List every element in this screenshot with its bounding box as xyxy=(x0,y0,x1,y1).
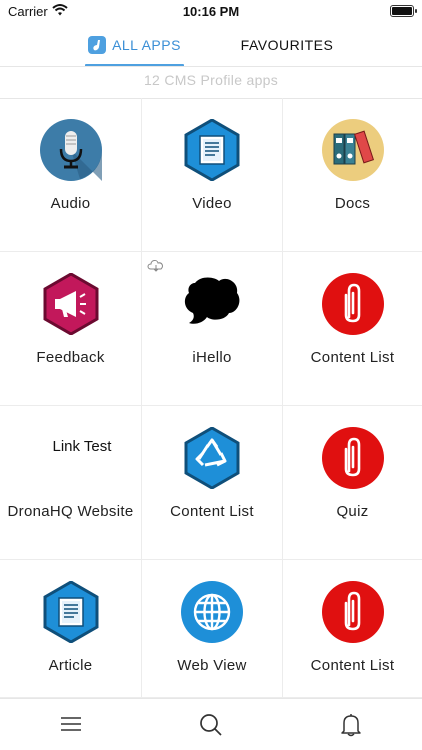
app-tile-article[interactable]: Article xyxy=(0,560,142,698)
recycle-icon xyxy=(184,427,240,489)
paperclip-icon xyxy=(321,427,384,489)
megaphone-icon xyxy=(43,273,98,335)
clock: 10:16 PM xyxy=(182,4,240,19)
tab-favourites-label: FAVOURITES xyxy=(240,37,334,53)
app-tile-quiz[interactable]: Quiz xyxy=(283,406,422,560)
link-test-icon: Link Test xyxy=(52,438,112,455)
app-label: Quiz xyxy=(336,503,369,520)
document-hexagon-icon xyxy=(184,119,240,181)
status-bar: Carrier 10:16 PM xyxy=(0,0,422,24)
app-label: Audio xyxy=(50,195,91,212)
app-tile-web-view[interactable]: Web View xyxy=(142,560,283,698)
speech-bubble-icon xyxy=(184,277,240,324)
cloud-download-icon[interactable] xyxy=(146,258,166,272)
app-label: Content List xyxy=(170,503,254,520)
app-tile-docs[interactable]: Docs xyxy=(283,98,422,252)
app-label: Feedback xyxy=(36,349,105,366)
app-tile-audio[interactable]: Audio xyxy=(0,98,142,252)
paperclip-icon xyxy=(321,581,384,643)
app-label: Content List xyxy=(310,657,395,674)
app-label: Video xyxy=(192,195,232,212)
app-tile-feedback[interactable]: Feedback xyxy=(0,252,142,406)
paperclip-icon xyxy=(321,273,384,335)
bell-icon[interactable] xyxy=(340,713,362,737)
app-label: Docs xyxy=(334,195,371,212)
app-grid: Audio Video Docs Feedback iHello Content… xyxy=(0,98,422,698)
tab-all-apps-label: ALL APPS xyxy=(112,37,181,53)
microphone-icon xyxy=(39,119,102,181)
menu-icon[interactable] xyxy=(60,713,82,735)
tab-favourites[interactable]: FAVOURITES xyxy=(228,24,346,66)
app-tile-content-list-recycle[interactable]: Content List xyxy=(142,406,283,560)
tab-bar: ALL APPS FAVOURITES xyxy=(0,24,422,67)
app-label: Article xyxy=(48,657,93,674)
app-label: Web View xyxy=(177,657,247,674)
battery-icon xyxy=(390,5,417,17)
bottom-nav xyxy=(0,698,422,750)
app-tile-ihello[interactable]: iHello xyxy=(142,252,283,406)
app-label: iHello xyxy=(192,349,232,366)
globe-icon xyxy=(181,581,243,643)
app-tile-content-list[interactable]: Content List xyxy=(283,252,422,406)
document-hexagon-icon xyxy=(43,581,98,643)
app-tile-content-list[interactable]: Content List xyxy=(283,560,422,698)
search-icon[interactable] xyxy=(199,713,223,737)
app-tile-video[interactable]: Video xyxy=(142,98,283,252)
divider xyxy=(0,66,422,67)
app-label: Content List xyxy=(310,349,395,366)
binders-icon xyxy=(321,119,384,181)
apps-count: 12 CMS Profile apps xyxy=(143,72,279,88)
app-label: DronaHQ Website xyxy=(7,503,134,520)
tab-all-apps[interactable]: ALL APPS xyxy=(85,24,184,67)
app-tile-dronahq-website[interactable]: Link Test DronaHQ Website xyxy=(0,406,142,560)
dronahq-logo-icon xyxy=(88,36,107,54)
